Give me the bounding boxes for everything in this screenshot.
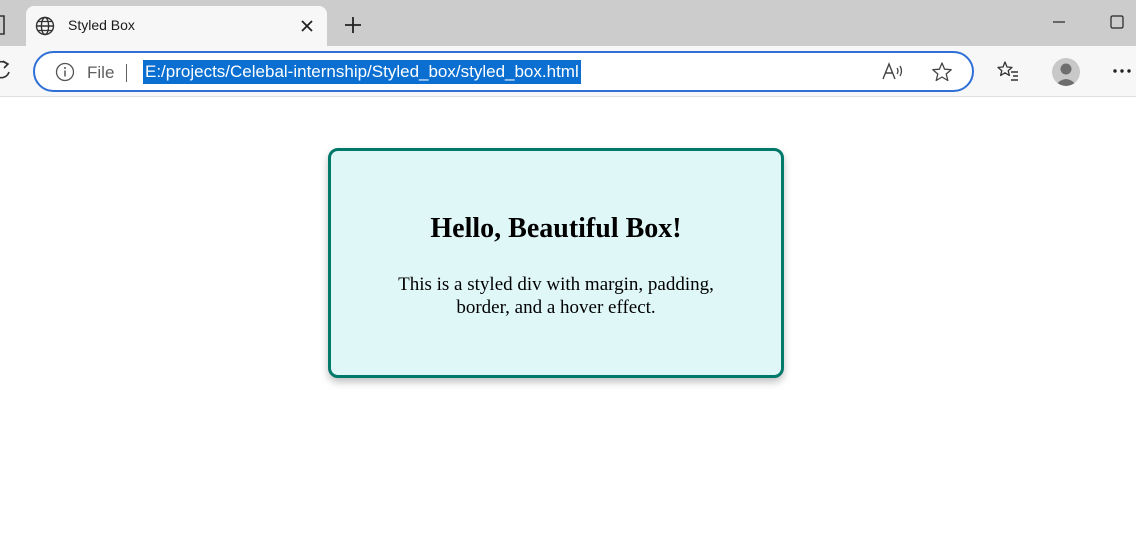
url-text[interactable]: E:/projects/Celebal-internship/Styled_bo… <box>143 60 581 84</box>
address-bar[interactable]: File E:/projects/Celebal-internship/Styl… <box>33 51 974 92</box>
previous-tab-icon[interactable] <box>0 14 6 36</box>
box-heading: Hello, Beautiful Box! <box>430 213 682 244</box>
favorites-icon[interactable] <box>996 59 1020 83</box>
add-favorite-icon[interactable] <box>931 61 953 83</box>
tab-strip: Styled Box <box>0 0 1136 46</box>
separator <box>126 64 127 82</box>
refresh-icon[interactable] <box>0 59 12 81</box>
globe-icon <box>35 16 55 36</box>
more-options-icon[interactable] <box>1112 63 1134 79</box>
styled-box[interactable]: Hello, Beautiful Box! This is a styled d… <box>328 148 784 378</box>
minimize-icon[interactable] <box>1049 12 1069 32</box>
page-viewport: Hello, Beautiful Box! This is a styled d… <box>0 97 1136 558</box>
box-description: This is a styled div with margin, paddin… <box>398 274 714 318</box>
profile-avatar[interactable] <box>1052 58 1080 86</box>
scheme-label: File <box>87 63 115 82</box>
maximize-icon[interactable] <box>1107 12 1127 32</box>
active-tab[interactable]: Styled Box <box>26 6 327 46</box>
tab-title: Styled Box <box>68 17 135 33</box>
read-aloud-icon[interactable] <box>881 61 905 83</box>
new-tab-icon[interactable] <box>342 14 364 36</box>
info-icon[interactable] <box>55 62 75 82</box>
browser-toolbar: File E:/projects/Celebal-internship/Styl… <box>0 46 1136 97</box>
close-tab-icon[interactable] <box>298 17 316 35</box>
